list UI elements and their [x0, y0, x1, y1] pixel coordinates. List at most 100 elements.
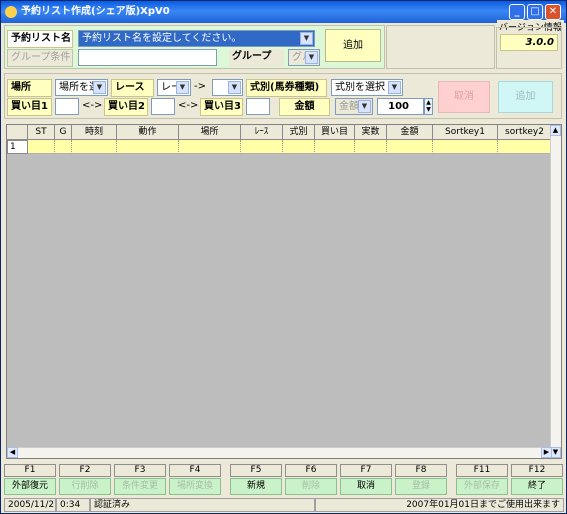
- convert-place-button[interactable]: 場所変換: [169, 478, 221, 495]
- table-cell[interactable]: [355, 140, 387, 154]
- cancel-button[interactable]: 取消: [340, 478, 392, 495]
- table-cell[interactable]: [28, 140, 55, 154]
- table-cell[interactable]: [387, 140, 433, 154]
- place-label: 場所: [7, 79, 52, 97]
- table-row[interactable]: 1: [7, 140, 552, 154]
- external-restore-button[interactable]: 外部復元: [4, 478, 56, 495]
- amount-label: 金額: [279, 98, 330, 116]
- exit-button[interactable]: 終了: [511, 478, 563, 495]
- minimize-button[interactable]: _: [509, 4, 525, 20]
- change-condition-button[interactable]: 条件変更: [114, 478, 166, 495]
- group-condition-input[interactable]: [78, 49, 217, 66]
- header-add-button[interactable]: 追加: [325, 29, 381, 62]
- fkey-f5: F5 新規: [230, 464, 282, 495]
- shiki-select-value: 式別を選択: [335, 82, 385, 93]
- scroll-up-icon[interactable]: ▲: [550, 125, 561, 136]
- column-header[interactable]: [7, 125, 28, 139]
- group-condition-label: グループ条件: [7, 49, 73, 67]
- chevron-down-icon[interactable]: ▼: [228, 81, 241, 94]
- fkey-f12: F12 終了: [511, 464, 563, 495]
- column-header[interactable]: sortkey2: [498, 125, 552, 139]
- horizontal-scrollbar[interactable]: ◀ ▶: [7, 447, 552, 458]
- group-label: グループ: [229, 49, 284, 67]
- delete-button[interactable]: 削除: [285, 478, 337, 495]
- list-name-select[interactable]: 予約リスト名を設定してください。 ▼: [78, 30, 315, 47]
- list-name-label: 予約リスト名: [7, 30, 73, 48]
- column-header[interactable]: 式別: [283, 125, 315, 139]
- close-icon: ✕: [548, 6, 558, 17]
- title-bar[interactable]: 予約リスト作成(シェア版)XpV0 _ □ ✕: [1, 1, 566, 23]
- table-cell[interactable]: [315, 140, 355, 154]
- filter-cancel-button[interactable]: 取消: [438, 81, 490, 113]
- fkey-label: F4: [169, 464, 221, 477]
- column-header[interactable]: 金額: [387, 125, 433, 139]
- column-header[interactable]: 時刻: [72, 125, 117, 139]
- chevron-down-icon[interactable]: ▼: [300, 32, 313, 45]
- chevron-down-icon[interactable]: ▼: [388, 81, 401, 94]
- place-select[interactable]: 場所を選 ▼: [55, 79, 108, 96]
- scroll-left-icon[interactable]: ◀: [7, 447, 18, 458]
- table-cell[interactable]: [283, 140, 315, 154]
- app-window: 予約リスト作成(シェア版)XpV0 _ □ ✕ 予約リスト名 予約リスト名を設定…: [0, 0, 567, 514]
- table-cell[interactable]: [179, 140, 241, 154]
- shiki-select[interactable]: 式別を選択 ▼: [331, 79, 403, 96]
- fkey-label: F11: [456, 464, 508, 477]
- delete-row-button[interactable]: 行削除: [59, 478, 111, 495]
- chevron-down-icon[interactable]: ▼: [305, 51, 318, 64]
- column-header[interactable]: 場所: [179, 125, 241, 139]
- race-label: レース: [111, 79, 154, 97]
- column-header[interactable]: ﾚｰｽ: [241, 125, 283, 139]
- table-cell[interactable]: [72, 140, 117, 154]
- column-header[interactable]: 動作: [117, 125, 179, 139]
- column-header[interactable]: 買い目: [315, 125, 355, 139]
- chevron-down-icon[interactable]: ▼: [358, 100, 371, 113]
- register-button[interactable]: 登録: [395, 478, 447, 495]
- race-select[interactable]: レー ▼: [157, 79, 191, 96]
- version-value: 3.0.0: [500, 34, 558, 51]
- column-header[interactable]: Sortkey1: [433, 125, 498, 139]
- row-number[interactable]: 1: [7, 140, 28, 154]
- chevron-down-icon[interactable]: ▼: [176, 81, 189, 94]
- race-to-select[interactable]: ▼: [212, 79, 243, 96]
- fkey-label: F7: [340, 464, 392, 477]
- buy2-input[interactable]: [151, 98, 175, 115]
- close-button[interactable]: ✕: [545, 4, 561, 20]
- spin-up-icon[interactable]: ▲: [425, 99, 432, 106]
- window-title: 予約リスト作成(シェア版)XpV0: [21, 6, 170, 17]
- shiki-label: 式別(馬券種類): [246, 79, 327, 97]
- buy3-input[interactable]: [246, 98, 270, 115]
- table-cell[interactable]: [498, 140, 552, 154]
- status-bar: 2005/11/27 0:34 認証済み 2007年01月01日までご使用出来ま…: [4, 498, 564, 512]
- chevron-down-icon[interactable]: ▼: [93, 81, 106, 94]
- group-select[interactable]: グル ▼: [288, 49, 320, 66]
- external-save-button[interactable]: 外部保存: [456, 478, 508, 495]
- column-header[interactable]: 実数: [355, 125, 387, 139]
- maximize-icon: □: [530, 6, 540, 17]
- amount-spinner[interactable]: ▲ ▼: [424, 98, 433, 115]
- amount-input[interactable]: 100: [377, 98, 424, 115]
- vertical-scrollbar[interactable]: ▲ ▼: [550, 125, 561, 458]
- filter-add-button[interactable]: 追加: [498, 81, 553, 113]
- new-button[interactable]: 新規: [230, 478, 282, 495]
- list-name-value: 予約リスト名を設定してください。: [82, 33, 242, 44]
- fkey-f1: F1 外部復元: [4, 464, 56, 495]
- fkey-f6: F6 削除: [285, 464, 337, 495]
- buy-between-1: <->: [82, 100, 103, 111]
- fkey-label: F2: [59, 464, 111, 477]
- table-cell[interactable]: [55, 140, 72, 154]
- fkey-label: F12: [511, 464, 563, 477]
- amount-mode-select[interactable]: 金額を ▼: [335, 98, 373, 115]
- buy1-input[interactable]: [55, 98, 79, 115]
- spacer-panel: [386, 25, 495, 69]
- spin-down-icon[interactable]: ▼: [425, 106, 432, 113]
- reservation-grid[interactable]: ST G 時刻 動作 場所 ﾚｰｽ 式別 買い目 実数 金額 Sortkey1 …: [6, 124, 562, 459]
- table-cell[interactable]: [433, 140, 498, 154]
- table-cell[interactable]: [117, 140, 179, 154]
- app-icon: [5, 6, 17, 18]
- table-cell[interactable]: [241, 140, 283, 154]
- maximize-button[interactable]: □: [527, 4, 543, 20]
- column-header[interactable]: ST: [28, 125, 55, 139]
- fkey-label: F3: [114, 464, 166, 477]
- column-header[interactable]: G: [55, 125, 72, 139]
- scroll-right-icon[interactable]: ▶: [541, 447, 552, 458]
